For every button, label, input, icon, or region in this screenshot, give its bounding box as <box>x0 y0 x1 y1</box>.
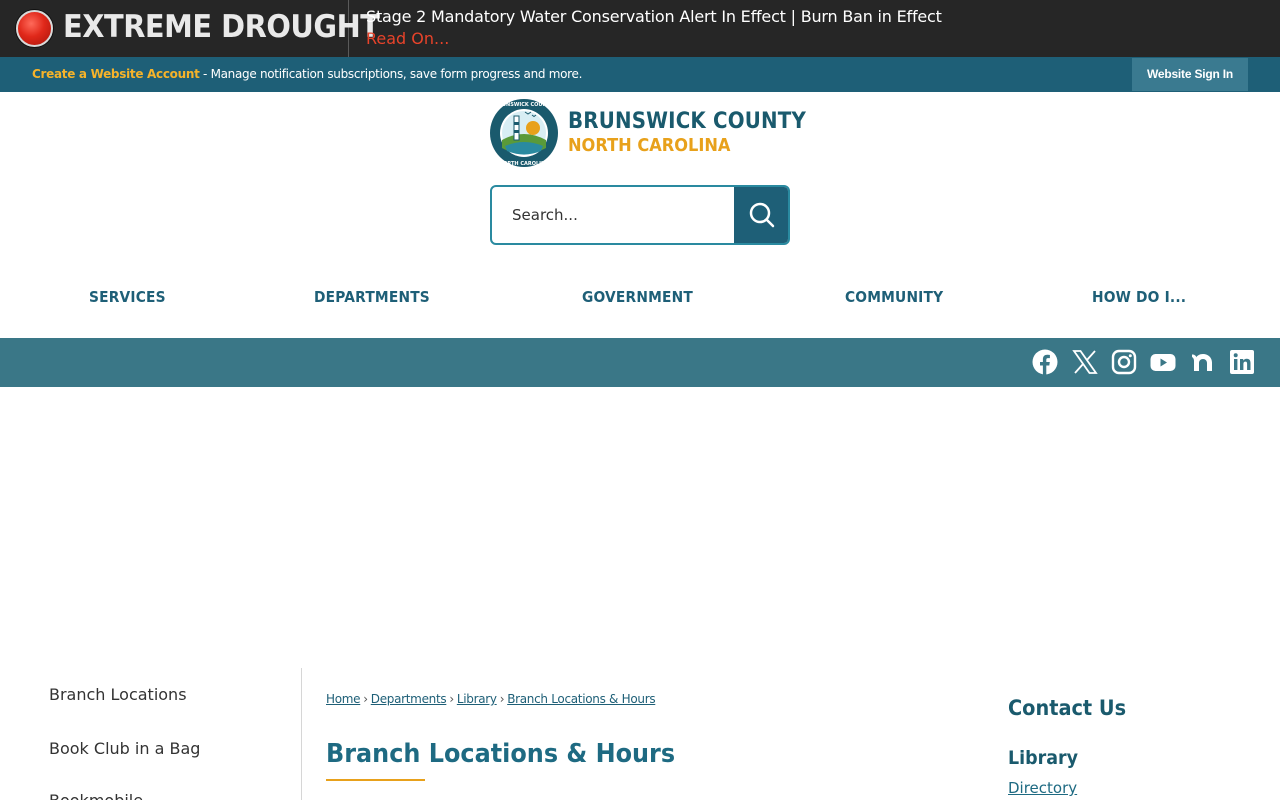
x-icon[interactable] <box>1072 349 1098 375</box>
breadcrumb-separator: › <box>363 692 368 706</box>
breadcrumb-separator: › <box>449 692 454 706</box>
breadcrumb-home[interactable]: Home <box>326 692 361 706</box>
breadcrumb-departments[interactable]: Departments <box>371 692 447 706</box>
site-search <box>490 185 790 245</box>
seal-text-top: BRUNSWICK COUNTY <box>494 102 554 108</box>
breadcrumb-separator: › <box>499 692 505 706</box>
nav-community[interactable]: COMMUNITY <box>845 288 943 306</box>
directory-link[interactable]: Directory <box>1008 779 1077 797</box>
search-icon <box>749 202 775 228</box>
alert-title: EXTREME DROUGHT <box>63 9 380 45</box>
nextdoor-icon[interactable] <box>1190 349 1216 375</box>
search-input[interactable] <box>492 187 734 243</box>
side-item-book-club-in-a-bag[interactable]: Book Club in a Bag <box>49 739 200 758</box>
account-description: - Manage notification subscriptions, sav… <box>199 67 583 81</box>
side-item-bookmobile[interactable]: Bookmobile <box>49 791 143 800</box>
nav-how-do-i[interactable]: HOW DO I... <box>1092 288 1186 306</box>
search-button[interactable] <box>734 187 788 243</box>
alert-status-icon <box>16 10 53 47</box>
title-underline <box>326 779 425 781</box>
emergency-alert-bar: EXTREME DROUGHT Stage 2 Mandatory Water … <box>0 0 1280 57</box>
logo-county-name: BRUNSWICK COUNTY <box>568 109 806 134</box>
facebook-icon[interactable] <box>1032 349 1058 375</box>
page-title: Branch Locations & Hours <box>326 739 676 769</box>
contact-us-heading: Contact Us <box>1008 696 1127 720</box>
account-message: Create a Website Account - Manage notifi… <box>32 67 582 81</box>
alert-heading-block: EXTREME DROUGHT <box>0 0 380 57</box>
create-account-link[interactable]: Create a Website Account <box>32 67 200 81</box>
logo-state-name: NORTH CAROLINA <box>568 135 731 156</box>
linkedin-icon[interactable] <box>1229 349 1255 375</box>
county-seal-icon: BRUNSWICK COUNTY NORTH CAROLINA <box>490 99 558 167</box>
nav-departments[interactable]: DEPARTMENTS <box>314 288 430 306</box>
instagram-icon[interactable] <box>1111 349 1137 375</box>
side-item-branch-locations[interactable]: Branch Locations <box>49 685 187 704</box>
breadcrumb-branch-locations[interactable]: Branch Locations & Hours <box>507 692 655 706</box>
alert-read-on-link[interactable]: Read On... <box>366 29 449 48</box>
seal-text-bottom: NORTH CAROLINA <box>499 161 549 167</box>
account-bar: Create a Website Account - Manage notifi… <box>0 57 1280 92</box>
alert-message[interactable]: Stage 2 Mandatory Water Conservation Ale… <box>366 7 942 26</box>
nav-services[interactable]: SERVICES <box>89 288 166 306</box>
breadcrumb-library[interactable]: Library <box>457 692 497 706</box>
website-sign-in-button[interactable]: Website Sign In <box>1132 58 1248 91</box>
contact-department: Library <box>1008 747 1079 769</box>
breadcrumb: Home › Departments › Library › Branch Location… <box>326 692 656 706</box>
site-logo[interactable]: BRUNSWICK COUNTY NORTH CAROLINA BRUNSWIC… <box>489 98 806 168</box>
nav-government[interactable]: GOVERNMENT <box>582 288 693 306</box>
youtube-icon[interactable] <box>1150 349 1176 375</box>
side-navigation: Branch Locations Book Club in a Bag Book… <box>0 668 302 800</box>
